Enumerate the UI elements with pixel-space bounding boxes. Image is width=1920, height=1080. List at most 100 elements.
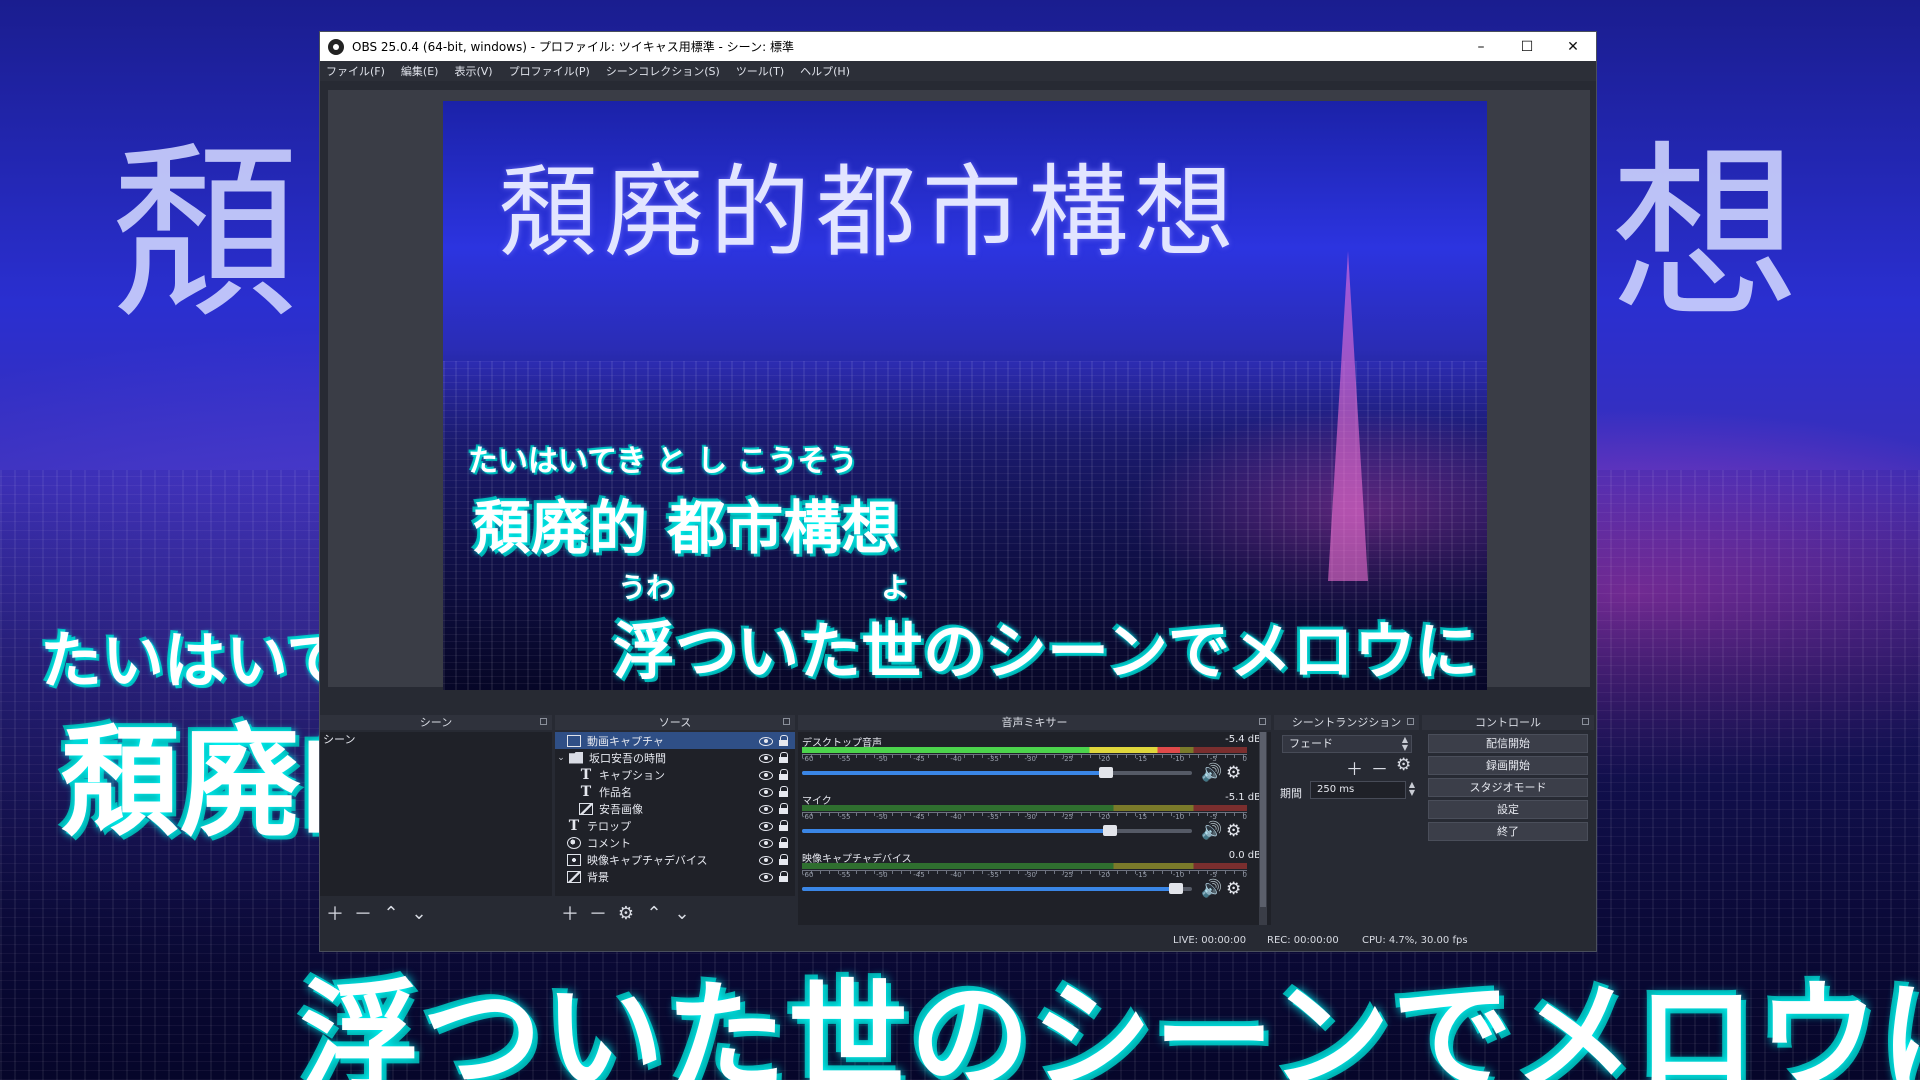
eye-icon[interactable]	[759, 770, 773, 780]
move-down-icon[interactable]: ⌄	[673, 903, 691, 924]
source-item[interactable]: T 作品名	[555, 783, 795, 800]
lock-icon[interactable]	[779, 786, 789, 797]
rec-status: REC: 00:00:00	[1267, 935, 1339, 946]
window-title: OBS 25.0.4 (64-bit, windows) - プロファイル: ツ…	[352, 40, 794, 54]
gear-icon[interactable]: ⚙	[1226, 822, 1246, 840]
speaker-icon[interactable]: 🔊	[1201, 822, 1223, 840]
slider-handle[interactable]	[1169, 883, 1184, 894]
add-icon[interactable]: ＋	[561, 900, 579, 926]
mixer-scrollbar[interactable]	[1259, 732, 1267, 925]
undock-icon[interactable]	[783, 718, 790, 725]
start-streaming-button[interactable]: 配信開始	[1428, 734, 1588, 753]
undock-icon[interactable]	[1582, 718, 1589, 725]
volume-slider[interactable]	[802, 825, 1192, 836]
volume-slider[interactable]	[802, 767, 1192, 778]
menu-tools[interactable]: ツール(T)	[736, 63, 784, 79]
transitions-dock: シーントランジション フェード ▲ ▼ ＋ － ⚙ 期間 250 ms ▲ ▼	[1274, 715, 1419, 933]
source-item[interactable]: コメント	[555, 834, 795, 851]
eye-icon[interactable]	[759, 736, 773, 746]
speaker-icon[interactable]: 🔊	[1201, 764, 1223, 782]
undock-icon[interactable]	[1259, 718, 1266, 725]
channel-db: -5.1 dB	[1225, 792, 1261, 803]
scale-tick: -45	[913, 813, 925, 821]
transition-selected: フェード	[1289, 737, 1333, 750]
eye-icon[interactable]	[759, 787, 773, 797]
eye-icon[interactable]	[759, 855, 773, 865]
undock-icon[interactable]	[540, 718, 547, 725]
scenes-dock-header: シーン	[320, 715, 552, 730]
scene-item[interactable]: シーン	[320, 732, 552, 748]
meter-scale: -60 -55 -50 -45 -40 -35 -30 -25 -20 -15 -10 -5 0	[802, 813, 1247, 823]
duration-stepper[interactable]: ▲ ▼	[1406, 781, 1418, 799]
menu-file[interactable]: ファイル(F)	[326, 63, 385, 79]
lock-icon[interactable]	[779, 854, 789, 865]
scale-tick: -15	[1135, 755, 1148, 763]
mixer-channel-video-capture: 映像キャプチャデバイス 0.0 dB -60 -55 -50 -45 -40 -35 -30…	[798, 850, 1271, 908]
add-icon[interactable]: ＋	[1346, 755, 1363, 780]
source-item[interactable]: 動画キャプチャ	[555, 732, 795, 749]
title-bar[interactable]: OBS 25.0.4 (64-bit, windows) - プロファイル: ツ…	[320, 32, 1596, 61]
eye-icon[interactable]	[759, 753, 773, 763]
scale-tick: -30	[1024, 871, 1036, 879]
minimize-button[interactable]: –	[1458, 32, 1504, 61]
source-item[interactable]: T キャプション	[555, 766, 795, 783]
scale-tick: -30	[1024, 755, 1036, 763]
speaker-icon[interactable]: 🔊	[1201, 880, 1223, 898]
source-group-item[interactable]: ⌄ 坂口安吾の時間	[555, 749, 795, 766]
exit-button[interactable]: 終了	[1428, 822, 1588, 841]
settings-button[interactable]: 設定	[1428, 800, 1588, 819]
source-item[interactable]: 背景	[555, 868, 795, 885]
add-icon[interactable]: ＋	[326, 900, 344, 926]
source-label: テロップ	[587, 819, 631, 833]
duration-input[interactable]: 250 ms	[1310, 781, 1406, 799]
move-up-icon[interactable]: ⌃	[382, 903, 400, 924]
source-label: 安吾画像	[599, 802, 643, 816]
eye-icon[interactable]	[759, 838, 773, 848]
scale-tick: -60	[802, 871, 814, 879]
volume-slider[interactable]	[802, 883, 1192, 894]
maximize-button[interactable]: ☐	[1504, 32, 1550, 61]
menu-view[interactable]: 表示(V)	[454, 63, 492, 79]
remove-icon[interactable]: －	[1371, 755, 1388, 780]
source-item[interactable]: 安吾画像	[555, 800, 795, 817]
menu-scene-collection[interactable]: シーンコレクション(S)	[606, 63, 720, 79]
eye-icon[interactable]	[759, 872, 773, 882]
menu-edit[interactable]: 編集(E)	[401, 63, 439, 79]
source-label: 背景	[587, 870, 609, 884]
menu-profile[interactable]: プロファイル(P)	[509, 63, 590, 79]
transition-select[interactable]: フェード ▲ ▼	[1282, 735, 1412, 753]
slider-handle[interactable]	[1103, 825, 1118, 836]
eye-icon[interactable]	[759, 804, 773, 814]
scale-tick: -40	[950, 813, 962, 821]
gear-icon[interactable]: ⚙	[1226, 764, 1246, 782]
menu-help[interactable]: ヘルプ(H)	[800, 63, 850, 79]
lock-icon[interactable]	[779, 803, 789, 814]
scale-tick: -60	[802, 755, 814, 763]
lock-icon[interactable]	[779, 837, 789, 848]
eye-icon[interactable]	[759, 821, 773, 831]
start-recording-button[interactable]: 録画開始	[1428, 756, 1588, 775]
gear-icon[interactable]: ⚙	[1226, 880, 1246, 898]
remove-icon[interactable]: －	[589, 900, 607, 926]
undock-icon[interactable]	[1407, 718, 1414, 725]
slider-handle[interactable]	[1099, 767, 1114, 778]
lock-icon[interactable]	[779, 769, 789, 780]
source-item[interactable]: T テロップ	[555, 817, 795, 834]
gear-icon[interactable]: ⚙	[617, 903, 635, 924]
preview-lyric: 浮ついた世のシーンでメロウに	[613, 615, 1478, 688]
lock-icon[interactable]	[779, 752, 789, 763]
move-up-icon[interactable]: ⌃	[645, 903, 663, 924]
lock-icon[interactable]	[779, 735, 789, 746]
preview-canvas[interactable]: 頽廃的都市構想 たいはいてき と し こうそう 頽廃的 都市構想 うわ よ 浮つ…	[443, 101, 1487, 690]
lock-icon[interactable]	[779, 871, 789, 882]
remove-icon[interactable]: －	[354, 900, 372, 926]
lock-icon[interactable]	[779, 820, 789, 831]
scale-tick: -20	[1098, 813, 1111, 821]
move-down-icon[interactable]: ⌄	[410, 903, 428, 924]
chevron-down-icon[interactable]: ⌄	[555, 753, 567, 763]
gear-icon[interactable]: ⚙	[1396, 755, 1411, 780]
studio-mode-button[interactable]: スタジオモード	[1428, 778, 1588, 797]
scale-tick: -35	[987, 813, 999, 821]
source-item[interactable]: 映像キャプチャデバイス	[555, 851, 795, 868]
close-button[interactable]: ✕	[1550, 32, 1596, 61]
